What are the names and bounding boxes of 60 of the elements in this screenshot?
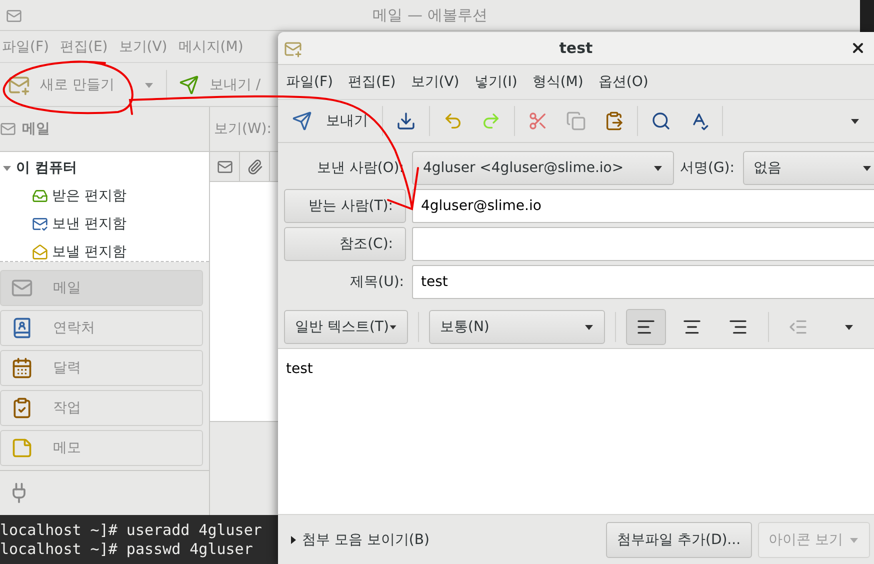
menu-item[interactable]: 파일(F) xyxy=(286,69,346,95)
terminal-line: localhost ~]# useradd 4gluser xyxy=(0,521,263,540)
window-title: 메일 — 에볼루션 xyxy=(372,6,488,25)
caret-icon xyxy=(850,116,860,126)
calendar-icon xyxy=(11,357,33,379)
caret-icon xyxy=(288,534,298,544)
sidebar-header: 메일 xyxy=(22,120,50,138)
cc-button[interactable]: 참조(C): xyxy=(284,227,406,261)
menu-item[interactable]: 보기(V) xyxy=(410,69,472,95)
clipboard-icon xyxy=(604,111,624,131)
menu-item[interactable]: 편집(E) xyxy=(348,69,409,95)
folder-item[interactable]: 보낸 편지함 xyxy=(0,210,209,238)
field-label: 제목(U): xyxy=(349,273,405,292)
caret-icon xyxy=(653,163,663,173)
to-button[interactable]: 받는 사람(T): xyxy=(284,189,406,223)
address-book-icon xyxy=(11,317,33,339)
envelope-icon xyxy=(6,8,22,24)
send-button[interactable]: 보내기 xyxy=(284,104,378,138)
menu-item[interactable]: 옵션(O) xyxy=(598,69,662,95)
envelope-plus-icon xyxy=(284,40,302,58)
paperclip-icon xyxy=(246,158,262,174)
paragraph-style-dropdown[interactable]: 보통(N) xyxy=(429,310,605,344)
tree-item[interactable]: 이 컴퓨터 xyxy=(0,154,209,182)
send-icon xyxy=(179,74,200,95)
from-dropdown[interactable]: 4gluser <4gluser@slime.io> xyxy=(412,151,674,185)
view-label: 보기(W): xyxy=(214,120,272,138)
signature-dropdown[interactable]: 없음 xyxy=(742,151,874,185)
envelope-icon xyxy=(32,216,48,232)
envelope-icon xyxy=(0,121,16,137)
copy-icon xyxy=(566,111,586,131)
terminal-line: localhost ~]# passwd 4gluser xyxy=(0,540,254,559)
redo-icon xyxy=(481,111,501,131)
close-button[interactable] xyxy=(850,40,866,56)
sticky-note-icon xyxy=(11,437,33,459)
envelope-icon xyxy=(32,244,48,260)
inbox-tray-icon xyxy=(32,188,48,204)
envelope-icon xyxy=(11,277,33,299)
message-body[interactable]: test xyxy=(278,349,874,514)
cc-field[interactable] xyxy=(412,227,874,261)
folder-item[interactable]: 보낼 편지함 xyxy=(0,238,209,266)
scissors-icon xyxy=(528,111,548,131)
folder-item[interactable]: 받은 편지함 xyxy=(0,182,209,210)
search-icon xyxy=(651,111,671,131)
send-icon xyxy=(292,111,312,131)
envelope-icon xyxy=(216,158,232,174)
undo-icon xyxy=(443,111,463,131)
align-button[interactable] xyxy=(626,308,666,344)
save-icon xyxy=(396,111,416,131)
menu-item[interactable]: 넣기(I) xyxy=(474,69,530,95)
to-field[interactable]: 4gluser@slime.io xyxy=(412,189,874,223)
subject-field[interactable]: test xyxy=(412,265,874,299)
caret-icon xyxy=(862,163,872,173)
format-mode-dropdown[interactable]: 일반 텍스트(T) xyxy=(284,310,408,344)
clipboard-check-icon xyxy=(11,397,33,419)
attachment-bar-toggle[interactable]: 첨부 모음 보이기(B) xyxy=(288,530,430,548)
window-title: test xyxy=(559,39,593,57)
field-label: 서명(G): xyxy=(680,159,736,178)
menu-item[interactable]: 형식(M) xyxy=(532,69,596,95)
caret-icon xyxy=(2,163,12,173)
add-attachment-button[interactable]: 첨부파일 추가(D)... xyxy=(606,522,752,558)
